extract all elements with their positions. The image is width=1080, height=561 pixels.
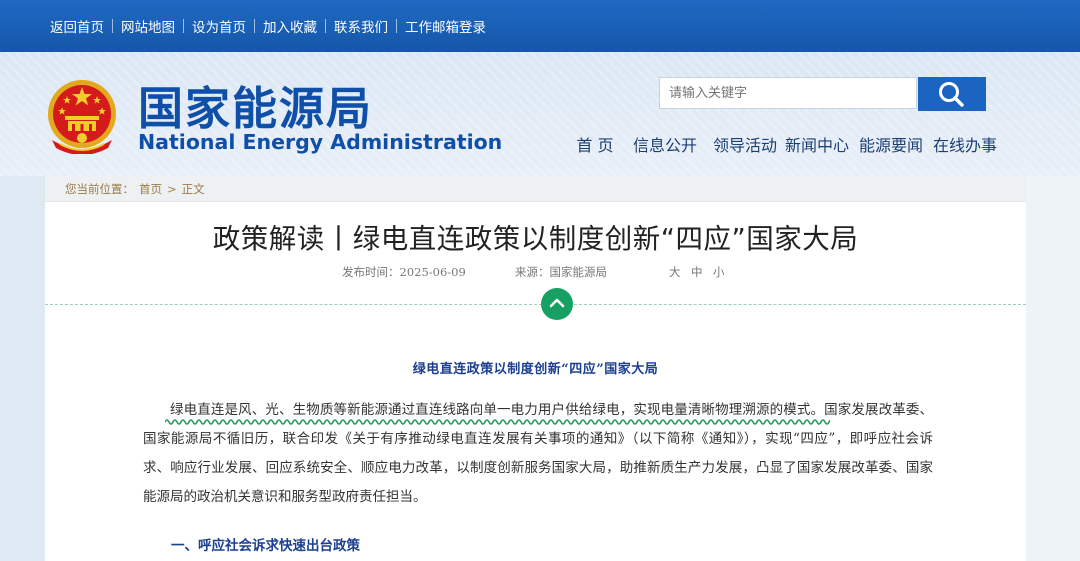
page-right-margin bbox=[1026, 176, 1080, 561]
article-subtitle: 绿电直连政策以制度创新“四应”国家大局 bbox=[412, 362, 659, 377]
chevron-up-icon bbox=[549, 298, 565, 308]
article-source: 来源：国家能源局 bbox=[515, 265, 607, 279]
top-link-home[interactable]: 返回首页 bbox=[42, 16, 112, 36]
top-link-sitemap[interactable]: 网站地图 bbox=[113, 16, 183, 36]
search-input[interactable] bbox=[659, 77, 917, 109]
main-nav: 首 页 信息公开 领导活动 新闻中心 能源要闻 在线办事 bbox=[561, 132, 997, 155]
top-link-mail-login[interactable]: 工作邮箱登录 bbox=[397, 16, 494, 36]
top-bar: 返回首页 网站地图 设为首页 加入收藏 联系我们 工作邮箱登录 bbox=[0, 0, 1080, 52]
font-size-medium[interactable]: 中 bbox=[691, 264, 703, 280]
section-heading: 一、呼应社会诉求快速出台政策 bbox=[171, 538, 360, 554]
font-size-small[interactable]: 小 bbox=[713, 264, 725, 280]
nav-item-online-services[interactable]: 在线办事 bbox=[923, 132, 997, 155]
nav-item-energy-news[interactable]: 能源要闻 bbox=[849, 132, 923, 155]
nav-item-info-disclosure[interactable]: 信息公开 bbox=[629, 132, 697, 155]
article-panel: 您当前位置： 首页 > 正文 政策解读丨绿电直连政策以制度创新“四应”国家大局 … bbox=[45, 176, 1026, 561]
national-emblem-icon[interactable] bbox=[46, 78, 118, 154]
site-name-en[interactable]: National Energy Administration bbox=[138, 130, 502, 154]
font-size-large[interactable]: 大 bbox=[669, 264, 681, 280]
nav-item-leadership[interactable]: 领导活动 bbox=[697, 132, 777, 155]
article-meta: 发布时间：2025-06-09 来源：国家能源局 大 中 小 bbox=[45, 264, 1026, 280]
article-paragraph: 绿电直连是风、光、生物质等新能源通过直连线路向单一电力用户供给绿电，实现电量清晰… bbox=[143, 402, 933, 505]
top-links: 返回首页 网站地图 设为首页 加入收藏 联系我们 工作邮箱登录 bbox=[42, 0, 494, 52]
breadcrumb-current: 正文 bbox=[181, 181, 205, 196]
breadcrumb-separator: > bbox=[167, 181, 177, 196]
top-link-contact[interactable]: 联系我们 bbox=[326, 16, 396, 36]
collapse-toggle-button[interactable] bbox=[541, 288, 573, 320]
breadcrumb: 您当前位置： 首页 > 正文 bbox=[45, 176, 1026, 202]
search-button[interactable] bbox=[918, 77, 986, 111]
publish-time: 发布时间：2025-06-09 bbox=[342, 265, 466, 279]
breadcrumb-home-link[interactable]: 首页 bbox=[139, 181, 162, 197]
site-name-cn[interactable]: 国家能源局 bbox=[138, 72, 373, 137]
nav-item-home[interactable]: 首 页 bbox=[561, 132, 629, 155]
breadcrumb-prefix: 您当前位置： bbox=[65, 181, 134, 196]
article-title: 政策解读丨绿电直连政策以制度创新“四应”国家大局 bbox=[212, 223, 859, 255]
wavy-underline bbox=[165, 419, 830, 425]
top-link-set-homepage[interactable]: 设为首页 bbox=[184, 16, 254, 36]
site-header: 国家能源局 National Energy Administration 首 页… bbox=[0, 52, 1080, 176]
meta-divider bbox=[45, 304, 1026, 305]
top-link-bookmark[interactable]: 加入收藏 bbox=[255, 16, 325, 36]
nav-item-news-center[interactable]: 新闻中心 bbox=[777, 132, 849, 155]
search-icon bbox=[939, 82, 964, 107]
